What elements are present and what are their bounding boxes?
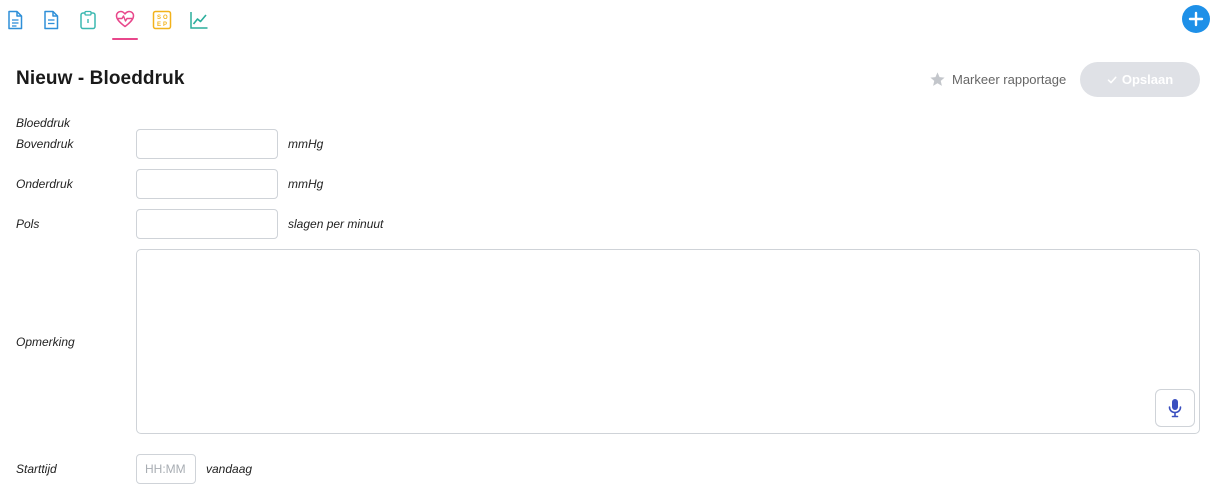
pulse-label: Pols	[16, 217, 40, 231]
systolic-label: Bovendruk	[16, 137, 74, 151]
section-label: Bloeddruk	[16, 116, 71, 130]
microphone-icon	[1168, 399, 1182, 418]
tab-chart[interactable]	[186, 6, 212, 36]
tab-blood-pressure[interactable]	[112, 6, 138, 40]
heart-pulse-icon	[115, 10, 135, 28]
add-button[interactable]	[1182, 5, 1210, 33]
dictation-button[interactable]	[1155, 389, 1195, 427]
svg-text:P: P	[163, 22, 167, 28]
mark-report-button[interactable]: Markeer rapportage	[929, 70, 1066, 88]
clipboard-icon	[80, 10, 96, 30]
report-type-toolbar: S O E P	[0, 0, 1217, 42]
save-button[interactable]: Opslaan	[1080, 62, 1200, 97]
tab-soep[interactable]: S O E P	[149, 6, 175, 36]
plus-icon	[1188, 11, 1204, 27]
svg-text:S: S	[157, 15, 161, 21]
diastolic-unit: mmHg	[288, 177, 324, 191]
remark-textarea[interactable]	[136, 249, 1200, 434]
page-title: Nieuw - Bloeddruk	[16, 68, 185, 89]
star-icon	[930, 71, 945, 86]
systolic-input[interactable]	[136, 129, 278, 159]
svg-text:O: O	[163, 15, 168, 21]
pulse-input[interactable]	[136, 209, 278, 239]
diastolic-input[interactable]	[136, 169, 278, 199]
start-day-label: vandaag	[206, 462, 253, 476]
start-time-input[interactable]	[136, 454, 196, 484]
document-lines-icon	[44, 10, 59, 30]
pulse-unit: slagen per minuut	[288, 217, 384, 231]
mark-report-label: Markeer rapportage	[952, 71, 1067, 87]
document-icon	[8, 10, 23, 30]
remark-label: Opmerking	[16, 335, 75, 349]
tab-notes[interactable]	[38, 6, 64, 36]
check-icon	[1107, 76, 1117, 83]
diastolic-label: Onderdruk	[16, 177, 73, 191]
systolic-unit: mmHg	[288, 137, 324, 151]
tab-clipboard[interactable]	[75, 6, 101, 36]
line-chart-icon	[190, 12, 208, 29]
soep-icon: S O E P	[152, 10, 172, 30]
save-label: Opslaan	[1121, 72, 1174, 87]
svg-text:E: E	[157, 22, 161, 28]
start-time-label: Starttijd	[16, 462, 57, 476]
tab-document[interactable]	[2, 6, 28, 36]
